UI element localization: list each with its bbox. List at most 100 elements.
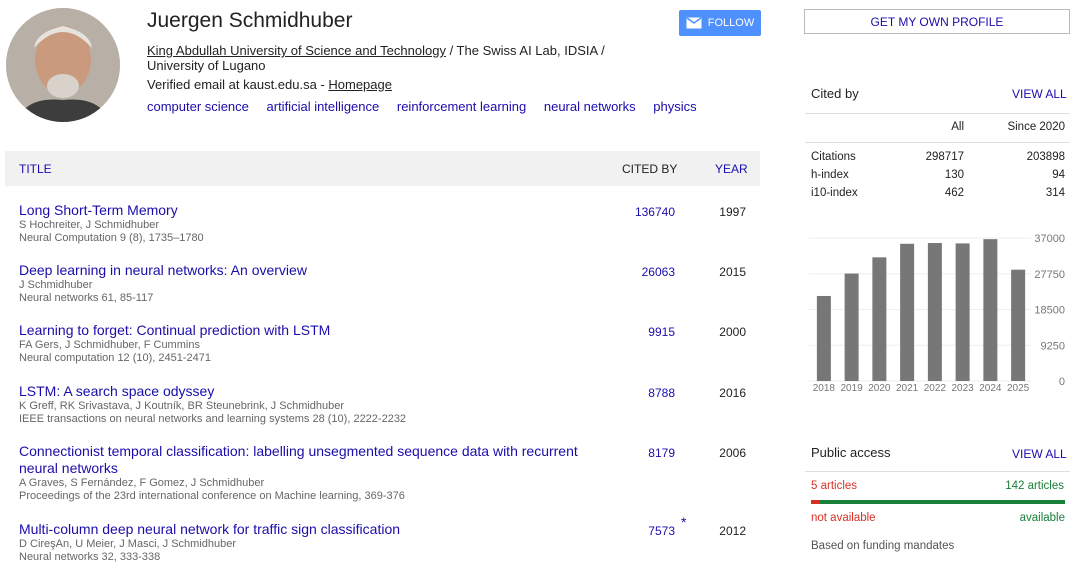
article-venue: Neural computation 12 (10), 2451-2471 <box>19 352 212 364</box>
chart-bar-2018[interactable] <box>816 295 831 381</box>
column-cited-by[interactable]: CITED BY <box>622 162 677 176</box>
public-access-bar <box>811 500 1065 504</box>
homepage-link[interactable]: Homepage <box>328 77 392 92</box>
cited-by-count[interactable]: 26063 <box>619 265 675 279</box>
article-title[interactable]: Multi-column deep neural network for tra… <box>19 521 609 538</box>
stat-label: h-index <box>811 169 849 181</box>
stat-all: 130 <box>944 169 964 181</box>
stat-all: 462 <box>944 187 964 199</box>
interest-link[interactable]: neural networks <box>544 99 636 114</box>
cited-by-view-all[interactable]: VIEW ALL <box>1012 87 1067 101</box>
y-tick-label: 0 <box>1059 376 1065 388</box>
funding-mandates-note: Based on funding mandates <box>811 540 955 552</box>
article-title[interactable]: LSTM: A search space odyssey <box>19 383 609 400</box>
x-tick-label: 2022 <box>924 383 947 394</box>
year: 2006 <box>719 446 746 460</box>
article-authors: D CireşAn, U Meier, J Masci, J Schmidhub… <box>19 538 237 550</box>
available-label: available <box>1019 512 1065 524</box>
year: 2000 <box>719 325 746 339</box>
profile-name: Juergen Schmidhuber <box>147 9 353 32</box>
divider <box>805 471 1070 472</box>
year: 2012 <box>719 524 746 538</box>
year: 1997 <box>719 205 746 219</box>
x-tick-label: 2023 <box>952 383 975 394</box>
table-row: Multi-column deep neural network for tra… <box>19 514 760 564</box>
chart-bar-2021[interactable] <box>900 243 915 381</box>
table-row: Connectionist temporal classification: l… <box>19 443 760 503</box>
cited-by-count[interactable]: 8788 <box>619 386 675 400</box>
not-available-label: not available <box>811 512 876 524</box>
public-access-view-all[interactable]: VIEW ALL <box>1012 447 1067 461</box>
article-authors: J Schmidhuber <box>19 279 93 291</box>
article-venue: Proceedings of the 23rd international co… <box>19 490 405 502</box>
cited-by-count[interactable]: 8179 <box>619 446 675 460</box>
chart-bar-2019[interactable] <box>844 273 859 381</box>
chart-bar-2025[interactable] <box>1011 269 1026 381</box>
x-tick-label: 2019 <box>841 383 864 394</box>
article-venue: Neural networks 32, 333-338 <box>19 551 161 563</box>
public-access-bar-unavailable <box>811 500 820 504</box>
unavailable-articles-link[interactable]: 5 articles <box>811 480 857 492</box>
avatar <box>6 8 120 122</box>
divider <box>805 113 1070 114</box>
article-title[interactable]: Deep learning in neural networks: An ove… <box>19 262 609 279</box>
article-authors: FA Gers, J Schmidhuber, F Cummins <box>19 339 200 351</box>
y-tick-label: 37000 <box>1034 233 1065 245</box>
chart-bar-2023[interactable] <box>955 243 970 381</box>
stat-label: Citations <box>811 151 856 163</box>
column-title[interactable]: TITLE <box>19 162 52 176</box>
interest-link[interactable]: reinforcement learning <box>397 99 526 114</box>
get-my-own-profile-button[interactable]: GET MY OWN PROFILE <box>804 9 1070 34</box>
x-tick-label: 2021 <box>896 383 919 394</box>
divider <box>805 142 1070 143</box>
article-venue: IEEE transactions on neural networks and… <box>19 413 407 425</box>
col-all: All <box>951 121 964 133</box>
year: 2016 <box>719 386 746 400</box>
interest-link[interactable]: computer science <box>147 99 249 114</box>
envelope-icon <box>686 17 702 29</box>
interest-link[interactable]: physics <box>653 99 696 114</box>
y-tick-label: 18500 <box>1034 305 1065 317</box>
email-text: Verified email at kaust.edu.sa - <box>147 77 329 92</box>
cited-by-heading: Cited by <box>811 86 859 101</box>
stat-label: i10-index <box>811 187 858 199</box>
article-authors: S Hochreiter, J Schmidhuber <box>19 219 160 231</box>
available-articles-link[interactable]: 142 articles <box>1000 480 1064 492</box>
col-since: Since 2020 <box>1007 121 1065 133</box>
article-venue: Neural networks 61, 85-117 <box>19 292 154 304</box>
follow-button[interactable]: FOLLOW <box>679 10 761 36</box>
x-tick-label: 2025 <box>1007 383 1030 394</box>
x-tick-label: 2024 <box>979 383 1002 394</box>
x-tick-label: 2020 <box>868 383 891 394</box>
table-row: LSTM: A search space odyssey K Greff, RK… <box>19 383 760 426</box>
stat-since: 94 <box>1052 169 1065 181</box>
x-tick-label: 2018 <box>813 383 836 394</box>
article-title[interactable]: Learning to forget: Continual prediction… <box>19 322 609 339</box>
public-access-heading: Public access <box>811 445 891 460</box>
chart-bar-2024[interactable] <box>983 239 998 381</box>
article-title[interactable]: Connectionist temporal classification: l… <box>19 443 609 477</box>
stat-since: 203898 <box>1026 151 1065 163</box>
affiliation-link[interactable]: King Abdullah University of Science and … <box>147 43 446 58</box>
cited-by-count[interactable]: 7573 <box>619 524 675 538</box>
table-header: TITLE CITED BY YEAR <box>5 151 760 186</box>
research-interests: computer science artificial intelligence… <box>147 99 711 114</box>
article-venue: Neural Computation 9 (8), 1735–1780 <box>19 232 204 244</box>
y-tick-label: 27750 <box>1034 269 1065 281</box>
stat-since: 314 <box>1045 187 1065 199</box>
year: 2015 <box>719 265 746 279</box>
article-authors: A Graves, S Fernández, F Gomez, J Schmid… <box>19 477 265 489</box>
merged-citations-star[interactable]: * <box>681 514 686 530</box>
cited-by-count[interactable]: 9915 <box>619 325 675 339</box>
affiliation: King Abdullah University of Science and … <box>147 43 647 73</box>
y-tick-label: 9250 <box>1041 340 1065 352</box>
cited-by-count[interactable]: 136740 <box>619 205 675 219</box>
follow-label: FOLLOW <box>707 17 755 29</box>
column-year[interactable]: YEAR <box>715 162 748 176</box>
stat-all: 298717 <box>925 151 964 163</box>
chart-bar-2022[interactable] <box>927 243 942 381</box>
chart-bar-2020[interactable] <box>872 257 887 381</box>
article-title[interactable]: Long Short-Term Memory <box>19 202 609 219</box>
verified-email: Verified email at kaust.edu.sa - Homepag… <box>147 77 392 92</box>
interest-link[interactable]: artificial intelligence <box>267 99 380 114</box>
